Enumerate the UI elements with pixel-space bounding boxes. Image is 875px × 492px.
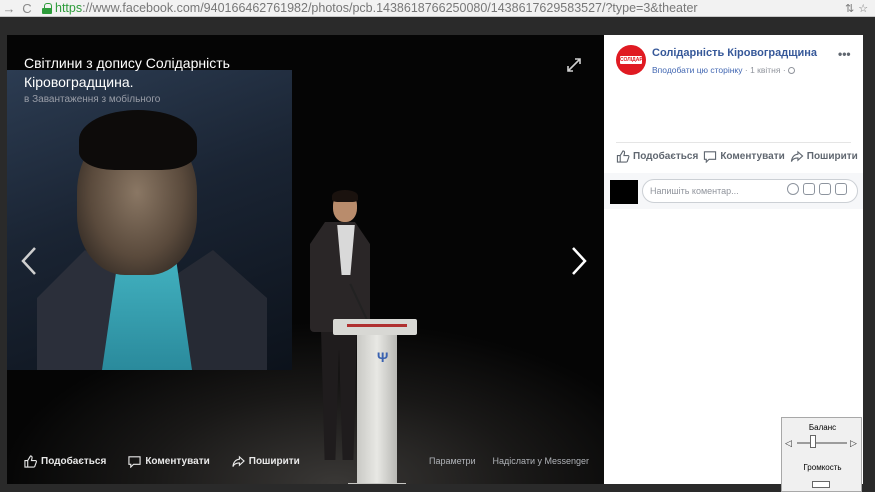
volume-slider-thumb[interactable] (812, 481, 830, 488)
balance-track[interactable] (797, 442, 847, 444)
post-like-button[interactable]: Подобається (616, 150, 698, 163)
translate-icon[interactable]: ⇅ (845, 2, 854, 15)
speaker-right-icon: ▷ (850, 438, 857, 448)
like-page-link[interactable]: Вподобати цю сторінку (652, 65, 742, 75)
gif-icon[interactable] (819, 183, 831, 195)
url-scheme: https (55, 1, 83, 15)
sticker-icon[interactable] (835, 183, 847, 195)
photo-like-button[interactable]: Подобається (24, 455, 106, 468)
emoji-icon[interactable] (787, 183, 799, 195)
photo-comment-button[interactable]: Коментувати (128, 455, 210, 468)
photo-share-label: Поширити (248, 456, 300, 467)
balance-label: Баланс (808, 423, 837, 432)
camera-icon[interactable] (803, 183, 815, 195)
bookmark-star-icon[interactable]: ☆ (858, 2, 868, 15)
avatar-logo-text: СОЛІДАРНІСТЬ (620, 56, 642, 64)
fullscreen-expand-icon[interactable] (567, 58, 581, 72)
back-arrow-icon[interactable]: → (0, 0, 18, 17)
post-comment-button[interactable]: Коментувати (703, 150, 785, 163)
thumbs-up-icon (24, 455, 37, 468)
browser-toolbar: → C https://www.facebook.com/94016646276… (0, 0, 875, 17)
photo-share-button[interactable]: Поширити (232, 455, 300, 468)
projection-screen (7, 70, 292, 370)
post-action-bar: Подобається Коментувати Поширити (616, 150, 858, 163)
album-link[interactable]: в Завантаження з мобільного (24, 94, 160, 105)
url-path: ://www.facebook.com/940166462761982/phot… (82, 1, 698, 15)
meta-separator: · (782, 65, 786, 75)
post-share-button[interactable]: Поширити (790, 150, 858, 163)
page-avatar[interactable]: СОЛІДАРНІСТЬ (616, 45, 646, 75)
trident-emblem-icon: Ψ (377, 349, 389, 365)
globe-icon (787, 67, 795, 74)
options-link[interactable]: Параметри (429, 456, 476, 466)
more-options-icon[interactable]: ••• (838, 47, 851, 61)
post-share-label: Поширити (806, 151, 858, 162)
thumbs-up-icon (616, 150, 630, 163)
previous-photo-arrow-icon[interactable] (20, 246, 38, 276)
volume-label: Громкость (803, 463, 842, 472)
divider (616, 142, 851, 143)
comment-composer: Напишіть коментар... (604, 173, 863, 209)
post-like-label: Подобається (633, 151, 699, 162)
post-comment-label: Коментувати (720, 151, 785, 162)
comment-bubble-icon (128, 456, 141, 468)
page-name-link[interactable]: Солідарність Кіровоградщина (652, 47, 817, 59)
comment-bubble-icon (704, 151, 717, 163)
lock-icon (42, 2, 52, 14)
photo-title: Світлини з допису Солідарність Кіровогра… (24, 55, 230, 90)
right-edge (863, 35, 875, 492)
next-photo-arrow-icon[interactable] (570, 246, 588, 276)
photo-like-label: Подобається (41, 456, 107, 467)
balance-slider-thumb[interactable] (810, 435, 816, 448)
photo-footer-links: Параметри Надіслати у Messenger (429, 456, 589, 466)
photo-comment-label: Коментувати (145, 456, 210, 467)
post-date[interactable]: 1 квітня (750, 65, 780, 75)
address-bar[interactable]: https://www.facebook.com/940166462761982… (36, 0, 845, 17)
share-arrow-icon (790, 150, 804, 162)
speaker-left-icon: ◁ (785, 438, 792, 448)
photo-action-bar: Подобається Коментувати Поширити (24, 455, 300, 468)
send-messenger-link[interactable]: Надіслати у Messenger (493, 456, 590, 466)
reload-icon[interactable]: C (18, 0, 36, 17)
share-arrow-icon (232, 455, 245, 467)
meta-separator: · (744, 65, 748, 75)
comment-placeholder: Напишіть коментар... (650, 186, 739, 196)
volume-mixer-popup: Баланс ◁ ▷ Громкость (781, 417, 862, 492)
post-meta: Вподобати цю сторінку · 1 квітня · (652, 65, 795, 75)
user-avatar (610, 180, 638, 204)
